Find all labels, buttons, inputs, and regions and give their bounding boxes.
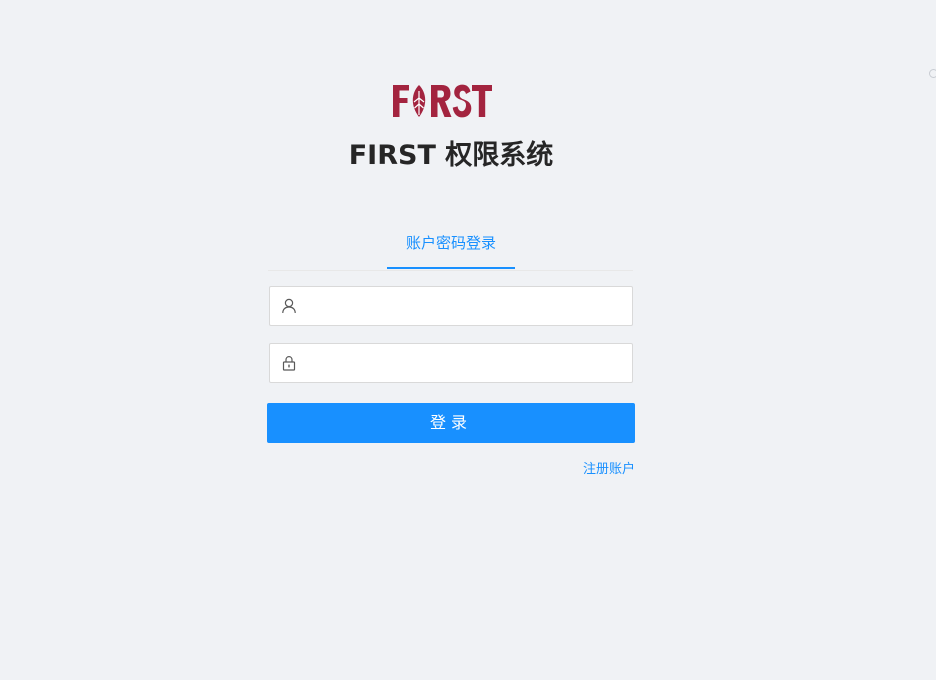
user-icon [281,298,297,314]
username-field[interactable] [269,286,633,326]
username-input[interactable] [308,287,626,325]
edge-circle-icon [929,69,936,78]
app-title: FIRST 权限系统 [348,140,554,171]
tab-account-password-login[interactable]: 账户密码登录 [387,220,515,268]
password-input[interactable] [308,344,626,382]
lock-icon [281,355,297,371]
register-account-link[interactable]: 注册账户 [560,460,635,480]
password-field[interactable] [269,343,633,383]
active-tab-indicator [387,267,515,269]
brand-logo [392,82,494,120]
login-tabs: 账户密码登录 [268,220,633,271]
login-button[interactable]: 登录 [267,403,635,443]
